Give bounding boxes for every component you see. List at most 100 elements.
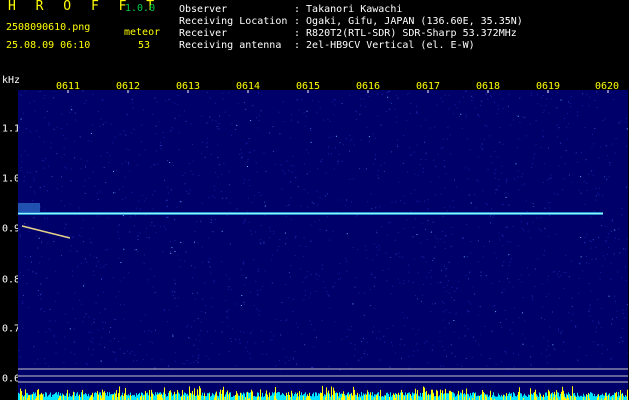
noise-pixel xyxy=(566,126,567,128)
noise-pixel xyxy=(537,258,539,260)
noise-pixel xyxy=(284,362,286,364)
noise-pixel xyxy=(272,151,274,152)
noise-pixel xyxy=(445,290,447,292)
noise-pixel xyxy=(433,257,435,259)
noise-pixel xyxy=(524,183,526,185)
noise-pixel xyxy=(244,179,246,181)
noise-pixel xyxy=(571,181,573,183)
noise-bar-cyan xyxy=(201,395,202,400)
noise-pixel xyxy=(56,188,58,190)
noise-bar-yellow xyxy=(237,393,238,400)
noise-bar-yellow xyxy=(424,387,425,400)
noise-bar-cyan xyxy=(126,394,127,400)
noise-pixel xyxy=(606,155,608,157)
noise-pixel xyxy=(89,238,91,240)
noise-bar-cyan xyxy=(210,396,211,400)
timestamp: 25.08.09 06:10 xyxy=(6,40,91,51)
noise-pixel xyxy=(374,138,376,140)
noise-pixel xyxy=(188,337,189,339)
noise-pixel xyxy=(85,313,87,315)
noise-pixel xyxy=(95,265,97,267)
noise-pixel xyxy=(197,242,199,244)
noise-bar-yellow xyxy=(189,386,190,400)
noise-pixel xyxy=(230,338,232,339)
noise-pixel xyxy=(421,223,423,225)
noise-pixel xyxy=(430,181,432,183)
noise-pixel xyxy=(190,123,192,125)
noise-pixel xyxy=(353,354,355,356)
noise-bar-yellow xyxy=(20,388,21,400)
noise-pixel xyxy=(458,337,460,339)
noise-bar-cyan xyxy=(489,395,490,400)
noise-pixel xyxy=(188,193,190,195)
noise-bar-cyan xyxy=(515,395,516,400)
noise-pixel xyxy=(403,283,405,285)
noise-pixel xyxy=(285,356,287,358)
noise-pixel xyxy=(105,263,107,265)
noise-bar-cyan xyxy=(345,395,346,400)
noise-pixel xyxy=(444,349,446,351)
noise-bar-cyan xyxy=(405,392,406,400)
noise-pixel xyxy=(85,166,86,168)
noise-pixel xyxy=(184,260,186,262)
noise-bar-cyan xyxy=(155,392,156,400)
noise-pixel xyxy=(429,127,431,129)
noise-pixel xyxy=(596,91,598,93)
noise-pixel xyxy=(388,90,390,92)
noise-pixel xyxy=(377,115,379,117)
noise-pixel xyxy=(466,310,468,312)
noise-pixel xyxy=(599,278,601,280)
noise-bar-cyan xyxy=(363,393,364,400)
noise-pixel xyxy=(47,366,49,367)
noise-pixel xyxy=(543,136,545,138)
noise-pixel xyxy=(55,270,57,272)
noise-pixel xyxy=(431,349,433,351)
noise-pixel xyxy=(261,330,263,332)
noise-pixel xyxy=(124,197,126,199)
noise-pixel xyxy=(616,317,617,318)
noise-bar-cyan xyxy=(314,396,315,400)
noise-pixel xyxy=(325,172,327,174)
noise-pixel xyxy=(486,125,488,127)
noise-pixel xyxy=(598,187,600,189)
noise-pixel xyxy=(324,195,326,197)
noise-bar-cyan xyxy=(85,393,86,400)
noise-bar-yellow xyxy=(37,390,38,400)
noise-pixel xyxy=(71,270,73,272)
noise-pixel xyxy=(286,318,288,320)
noise-pixel xyxy=(180,201,182,203)
noise-pixel xyxy=(516,147,518,149)
noise-bar-cyan xyxy=(244,393,245,400)
noise-pixel xyxy=(578,189,580,191)
noise-pixel xyxy=(215,172,216,174)
noise-bar-yellow xyxy=(260,389,261,400)
noise-pixel xyxy=(568,101,570,103)
noise-pixel xyxy=(501,245,503,247)
noise-pixel xyxy=(71,105,73,107)
noise-pixel xyxy=(227,325,229,327)
noise-pixel xyxy=(318,101,320,103)
noise-pixel xyxy=(69,250,71,252)
noise-pixel xyxy=(505,318,507,320)
noise-pixel xyxy=(273,335,275,337)
noise-pixel xyxy=(439,365,441,367)
noise-pixel xyxy=(113,192,115,194)
noise-pixel xyxy=(522,312,523,314)
noise-pixel xyxy=(562,342,564,343)
noise-pixel xyxy=(135,207,137,209)
noise-pixel xyxy=(304,294,306,296)
noise-pixel xyxy=(273,233,275,235)
noise-pixel xyxy=(414,218,416,220)
noise-bar-cyan xyxy=(107,392,108,400)
noise-pixel xyxy=(50,147,52,149)
noise-pixel xyxy=(256,308,258,310)
noise-pixel xyxy=(535,120,537,121)
noise-pixel xyxy=(328,137,330,139)
noise-bar-yellow xyxy=(116,390,117,400)
noise-pixel xyxy=(474,340,476,342)
noise-pixel xyxy=(39,187,41,188)
noise-pixel xyxy=(258,92,260,94)
noise-pixel xyxy=(182,175,184,176)
noise-pixel xyxy=(271,259,273,261)
noise-pixel xyxy=(477,261,479,263)
